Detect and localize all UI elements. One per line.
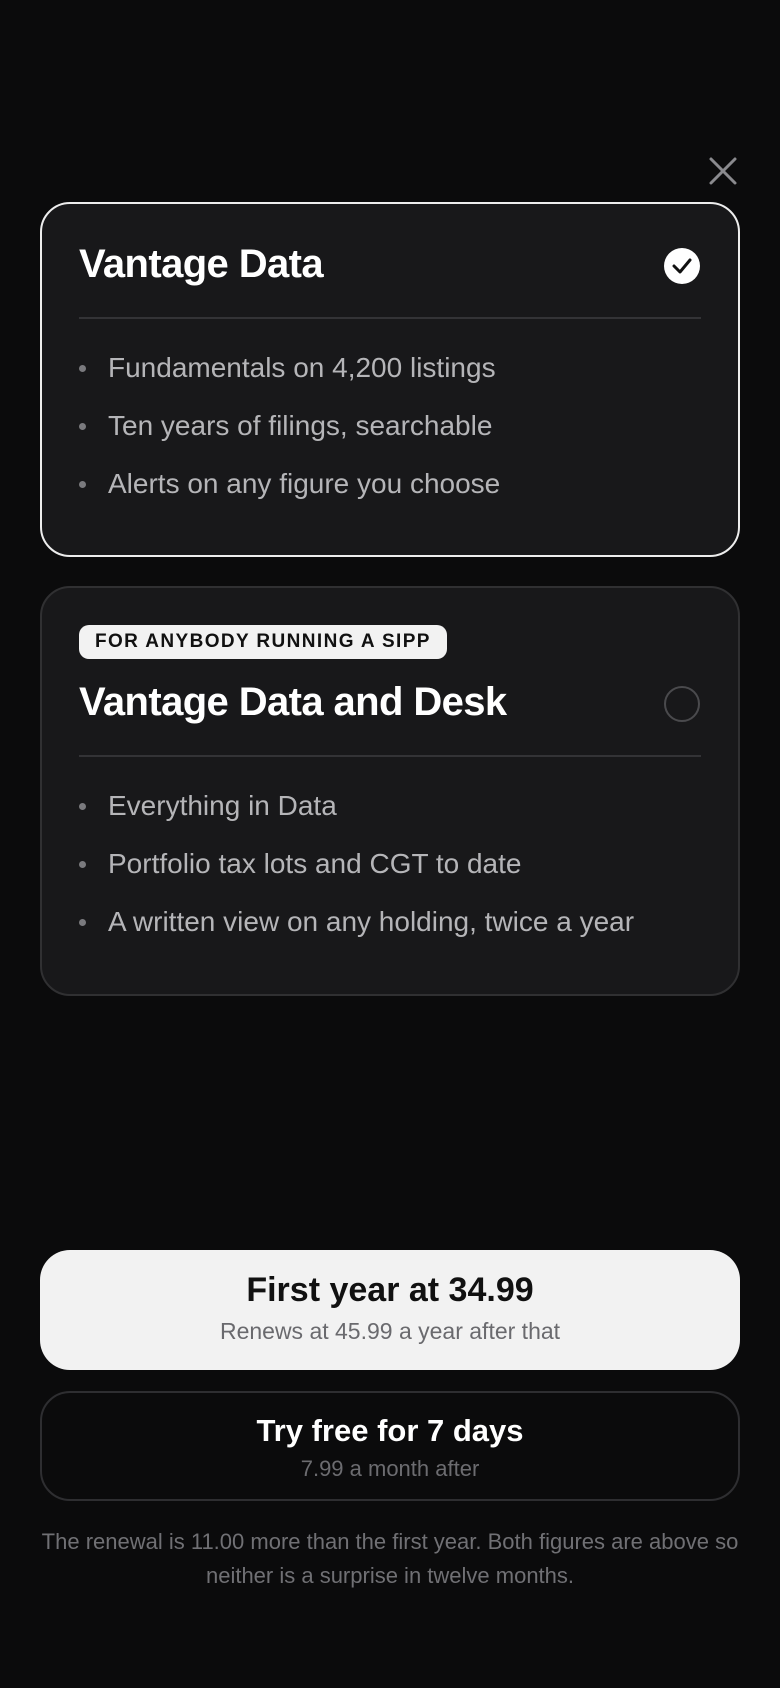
- cta-subtitle: Renews at 45.99 a year after that: [219, 1318, 561, 1344]
- divider: [79, 755, 701, 757]
- bullet-icon: [79, 365, 86, 372]
- check-icon: [672, 258, 692, 274]
- list-item: A written view on any holding, twice a y…: [79, 902, 708, 960]
- divider: [79, 317, 701, 319]
- cta-subtitle: 7.99 a month after: [300, 1456, 480, 1481]
- feature-list: Fundamentals on 4,200 listings Ten years…: [79, 348, 708, 522]
- bullet-icon: [79, 919, 86, 926]
- renewal-footnote: The renewal is 11.00 more than the first…: [41, 1529, 739, 1588]
- bullet-icon: [79, 481, 86, 488]
- list-item: Portfolio tax lots and CGT to date: [79, 844, 708, 902]
- free-trial-button[interactable]: Try free for 7 days 7.99 a month after: [40, 1391, 740, 1501]
- bullet-icon: [79, 861, 86, 868]
- plan-badge: FOR ANYBODY RUNNING A SIPP: [79, 625, 447, 659]
- list-item: Fundamentals on 4,200 listings: [79, 348, 708, 406]
- list-item: Alerts on any figure you choose: [79, 464, 708, 522]
- plan-title: Vantage Data and Desk: [79, 680, 507, 724]
- list-item: Ten years of filings, searchable: [79, 406, 708, 464]
- close-button[interactable]: [706, 154, 740, 188]
- feature-text: Portfolio tax lots and CGT to date: [108, 848, 522, 879]
- feature-list: Everything in Data Portfolio tax lots an…: [79, 786, 708, 960]
- plan-card-vantage-data[interactable]: Vantage Data Fundamentals on 4,200 listi…: [40, 202, 740, 557]
- feature-text: Ten years of filings, searchable: [108, 410, 493, 441]
- bullet-icon: [79, 423, 86, 430]
- first-year-offer-button[interactable]: First year at 34.99 Renews at 45.99 a ye…: [40, 1250, 740, 1370]
- close-icon: [709, 157, 737, 185]
- cta-title: First year at 34.99: [246, 1271, 534, 1309]
- plan-title: Vantage Data: [79, 242, 324, 286]
- plan-card-vantage-data-and-desk[interactable]: FOR ANYBODY RUNNING A SIPP Vantage Data …: [40, 586, 740, 996]
- bullet-icon: [79, 803, 86, 810]
- feature-text: Alerts on any figure you choose: [108, 468, 501, 499]
- feature-text: Everything in Data: [108, 790, 337, 821]
- feature-text: A written view on any holding, twice a y…: [108, 906, 635, 937]
- plan-radio-selected[interactable]: [664, 248, 700, 284]
- plan-radio-unselected[interactable]: [664, 686, 700, 722]
- feature-text: Fundamentals on 4,200 listings: [108, 352, 496, 383]
- cta-title: Try free for 7 days: [256, 1413, 524, 1448]
- list-item: Everything in Data: [79, 786, 708, 844]
